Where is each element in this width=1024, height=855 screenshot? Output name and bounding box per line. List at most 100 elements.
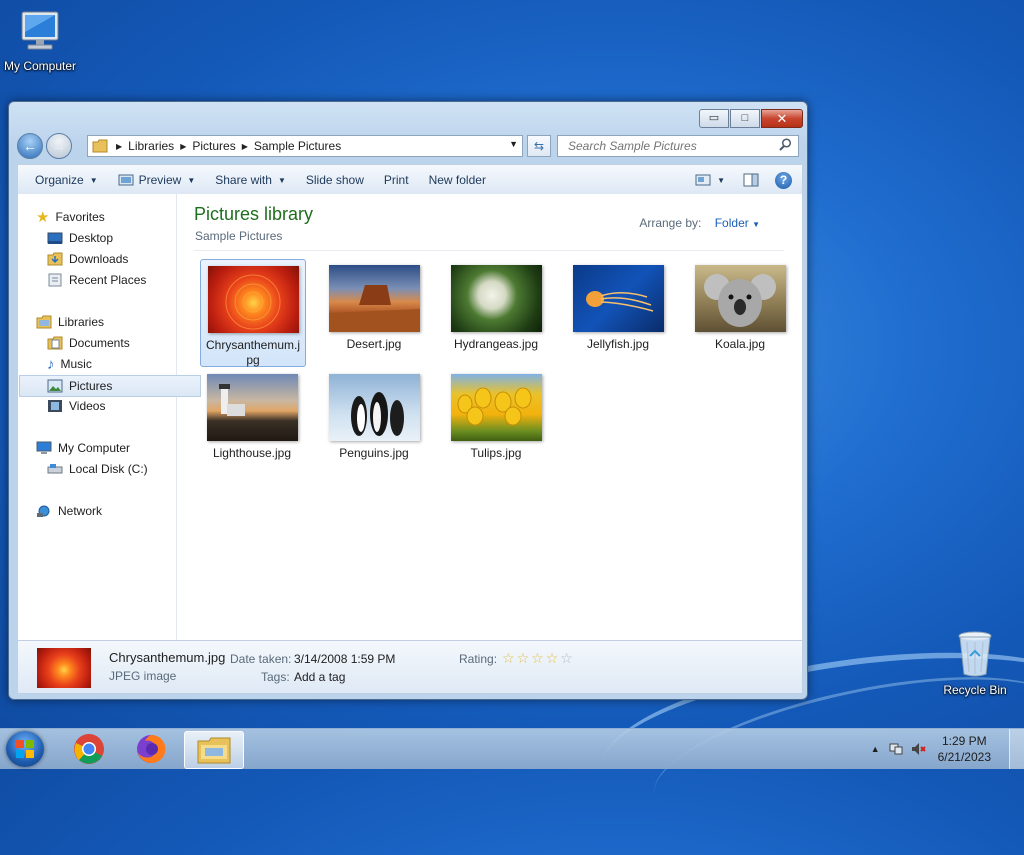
share-with-button[interactable]: Share with ▼	[205, 165, 296, 195]
show-desktop-button[interactable]	[1009, 729, 1024, 769]
desktop-icon-my-computer[interactable]: My Computer	[0, 8, 80, 73]
navigation-bar: ← → ▶ Libraries ▶ Pictures ▶ Sample Pict…	[17, 132, 801, 160]
star-icon[interactable]: ☆	[546, 650, 559, 667]
image-thumbnail	[206, 374, 298, 441]
details-thumbnail	[37, 648, 91, 688]
desktop-icon	[47, 232, 63, 245]
explorer-window: ▭ □ ✕ ← → ▶ Libraries ▶ Pictures ▶ Sampl…	[8, 101, 808, 700]
star-icon[interactable]: ☆	[517, 650, 530, 667]
file-name: Jellyfish.jpg	[586, 337, 650, 351]
maximize-button[interactable]: □	[730, 109, 760, 128]
star-icon[interactable]: ☆	[560, 650, 573, 667]
image-thumbnail	[328, 374, 420, 441]
share-with-label: Share with	[215, 173, 272, 187]
recycle-bin-icon	[935, 630, 1015, 681]
desktop-icon-label: My Computer	[3, 59, 77, 73]
change-view-button[interactable]: ▼	[687, 173, 733, 187]
chevron-right-icon[interactable]: ▶	[180, 142, 186, 151]
nav-libraries[interactable]: Libraries	[18, 312, 192, 332]
file-item-desert[interactable]: Desert.jpg	[322, 259, 426, 365]
print-button[interactable]: Print	[374, 165, 419, 195]
taskbar-firefox[interactable]	[122, 731, 180, 767]
file-name: Tulips.jpg	[470, 446, 522, 460]
caret-down-icon: ▼	[717, 175, 725, 185]
preview-label: Preview	[138, 173, 182, 187]
back-button[interactable]: ←	[17, 133, 43, 159]
preview-button[interactable]: Preview ▼	[108, 165, 206, 195]
chevron-right-icon[interactable]: ▶	[242, 142, 248, 151]
nav-label: Libraries	[58, 315, 105, 329]
clock[interactable]: 1:29 PM 6/21/2023	[938, 733, 991, 765]
address-bar[interactable]: ▶ Libraries ▶ Pictures ▶ Sample Pictures…	[87, 135, 523, 157]
show-hidden-icons-button[interactable]: ▲	[871, 744, 880, 754]
breadcrumb-libraries[interactable]: Libraries	[128, 139, 174, 153]
date-taken-value[interactable]: 3/14/2008 1:59 PM	[294, 652, 395, 666]
desktop-icon-recycle-bin[interactable]: Recycle Bin	[935, 630, 1015, 697]
volume-muted-icon[interactable]	[910, 741, 926, 757]
nav-recent-places[interactable]: Recent Places	[18, 270, 203, 290]
nav-network[interactable]: Network	[18, 501, 192, 521]
arrange-dropdown[interactable]: Folder ▼	[715, 216, 760, 230]
nav-label: Documents	[69, 336, 130, 350]
close-button[interactable]: ✕	[761, 109, 803, 128]
clock-time: 1:29 PM	[941, 734, 987, 748]
nav-favorites[interactable]: ★ Favorites	[18, 207, 192, 227]
caret-down-icon: ▼	[752, 220, 760, 229]
organize-button[interactable]: Organize ▼	[18, 165, 108, 195]
organize-label: Organize	[35, 173, 84, 187]
nav-videos[interactable]: Videos	[18, 396, 203, 416]
caret-down-icon: ▼	[187, 175, 196, 185]
file-item-hydrangeas[interactable]: Hydrangeas.jpg	[444, 259, 548, 365]
rating-stars[interactable]: ☆ ☆ ☆ ☆ ☆	[502, 650, 575, 667]
music-icon: ♪	[47, 355, 55, 373]
file-item-koala[interactable]: Koala.jpg	[688, 259, 792, 365]
divider	[194, 250, 784, 251]
preview-pane-button[interactable]	[733, 173, 769, 187]
tags-value[interactable]: Add a tag	[294, 670, 345, 684]
taskbar-chrome[interactable]	[60, 731, 118, 767]
breadcrumb-sample-pictures[interactable]: Sample Pictures	[254, 139, 341, 153]
new-folder-button[interactable]: New folder	[419, 165, 496, 195]
nav-my-computer[interactable]: My Computer	[18, 438, 192, 458]
image-thumbnail	[450, 265, 542, 332]
nav-downloads[interactable]: Downloads	[18, 249, 203, 269]
minimize-button[interactable]: ▭	[699, 109, 729, 128]
tags-label: Tags:	[261, 670, 290, 684]
nav-desktop[interactable]: Desktop	[18, 228, 203, 248]
breadcrumb-pictures[interactable]: Pictures	[192, 139, 235, 153]
folder-icon	[92, 139, 108, 153]
nav-documents[interactable]: Documents	[18, 333, 203, 353]
nav-label: Desktop	[69, 231, 114, 245]
file-item-tulips[interactable]: Tulips.jpg	[444, 368, 548, 474]
nav-music[interactable]: ♪ Music	[18, 354, 203, 374]
preview-pane-icon	[743, 173, 759, 187]
file-item-jellyfish[interactable]: Jellyfish.jpg	[566, 259, 670, 365]
file-item-penguins[interactable]: Penguins.jpg	[322, 368, 426, 474]
refresh-button[interactable]: ⇆	[527, 135, 551, 157]
refresh-icon: ⇆	[533, 139, 545, 153]
image-thumbnail	[328, 265, 420, 332]
start-button[interactable]	[6, 731, 44, 767]
nav-pictures[interactable]: Pictures	[19, 375, 201, 397]
chevron-down-icon[interactable]: ▼	[509, 139, 518, 149]
forward-button[interactable]: →	[46, 133, 72, 159]
file-item-chrysanthemum[interactable]: Chrysanthemum.jpg	[200, 259, 306, 367]
file-name: Koala.jpg	[714, 337, 766, 351]
library-title: Pictures library	[194, 204, 314, 224]
file-item-lighthouse[interactable]: Lighthouse.jpg	[200, 368, 304, 474]
search-input[interactable]	[566, 138, 779, 154]
documents-icon	[47, 336, 63, 350]
search-icon[interactable]	[779, 138, 792, 154]
details-pane: Chrysanthemum.jpg JPEG image Date taken:…	[17, 640, 803, 694]
file-view: Pictures library Sample Pictures Arrange…	[178, 194, 800, 640]
star-icon[interactable]: ☆	[531, 650, 544, 667]
slide-show-button[interactable]: Slide show	[296, 165, 374, 195]
nav-label: Local Disk (C:)	[69, 462, 148, 476]
star-icon[interactable]: ☆	[502, 650, 515, 667]
details-file-name: Chrysanthemum.jpg	[109, 650, 226, 665]
network-status-icon[interactable]	[888, 741, 904, 757]
help-button[interactable]: ?	[769, 171, 802, 189]
taskbar-explorer[interactable]	[184, 731, 244, 769]
nav-local-disk[interactable]: Local Disk (C:)	[18, 459, 203, 479]
view-controls: ▼ ?	[687, 171, 802, 189]
